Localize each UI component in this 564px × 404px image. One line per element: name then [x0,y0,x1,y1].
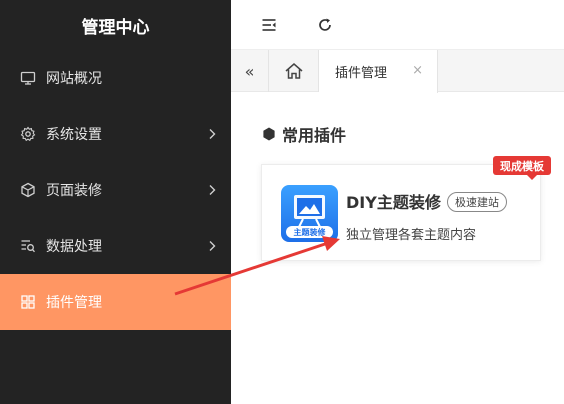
plugin-description: 独立管理各套主题内容 [346,228,477,243]
refresh-icon[interactable] [317,17,333,33]
cube-icon [20,182,36,198]
plugin-thumbnail: 主题装修 [281,185,338,242]
collapse-menu-icon[interactable] [261,17,277,33]
tab-label: 插件管理 [335,66,388,81]
sidebar-menu: 网站概况 系统设置 页面装修 数据处理 插件管理 [0,50,231,330]
app-window: 管理中心 网站概况 系统设置 页面装修 数据处理 插件管理 « 插件管理 × 常… [0,0,564,404]
tab-scroll-left-button[interactable]: « [231,50,269,92]
gear-icon [20,126,36,142]
monitor-icon [20,70,36,86]
chevron-right-icon [209,129,216,139]
close-icon[interactable]: × [412,63,423,78]
list-search-icon [20,238,36,254]
double-chevron-left-icon: « [244,61,255,81]
chevron-right-icon [209,185,216,195]
tab-home[interactable] [269,50,319,92]
thumbnail-caption: 主题装修 [293,228,326,237]
sidebar-item-overview[interactable]: 网站概况 [0,50,231,106]
chevron-right-icon [209,241,216,251]
sidebar-item-plugins[interactable]: 插件管理 [0,274,231,330]
sidebar-item-settings[interactable]: 系统设置 [0,106,231,162]
sidebar-item-label: 页面装修 [46,183,102,199]
plugin-card-diy-theme[interactable]: 主题装修 DIY主题装修 极速建站 独立管理各套主题内容 [261,164,541,261]
sidebar-item-label: 网站概况 [46,71,102,87]
sidebar-item-data[interactable]: 数据处理 [0,218,231,274]
sidebar-title: 管理中心 [81,17,150,38]
sidebar: 管理中心 网站概况 系统设置 页面装修 数据处理 插件管理 [0,0,231,404]
section-title: 常用插件 [262,122,346,146]
sidebar-item-page-decor[interactable]: 页面装修 [0,162,231,218]
home-icon [285,63,302,79]
hexagon-icon [263,127,275,141]
sidebar-item-label: 插件管理 [46,295,102,311]
tab-plugins[interactable]: 插件管理 × [319,50,438,93]
grid-icon [20,294,36,310]
sidebar-item-label: 数据处理 [46,239,102,255]
plugin-tag: 极速建站 [447,192,507,212]
sidebar-item-label: 系统设置 [46,127,102,143]
section-title-text: 常用插件 [282,126,347,145]
tab-bar: « 插件管理 × [231,50,564,93]
plugin-title: DIY主题装修 [346,193,441,212]
top-toolbar [231,0,564,50]
ready-template-badge: 现成模板 [493,156,551,180]
